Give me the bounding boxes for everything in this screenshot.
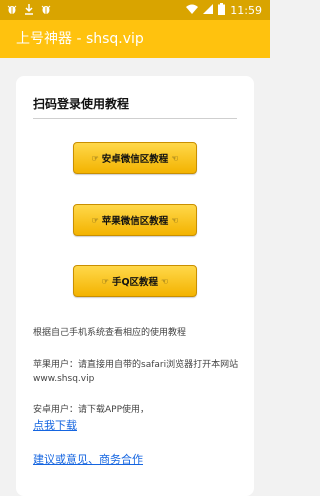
pointing-left-icon: ☜ [161,276,169,286]
pointing-left-icon: ☜ [171,153,179,163]
bug-icon [6,3,18,19]
card-divider [33,118,237,119]
apple-wechat-tutorial-button[interactable]: ☞ 苹果微信区教程 ☜ [73,204,197,236]
button-label: 手Q区教程 [111,277,159,288]
app-bar: 上号神器 - shsq.vip [0,20,270,58]
status-time: 11:59 [230,3,262,17]
pointing-right-icon: ☞ [91,153,99,163]
android-wechat-tutorial-button[interactable]: ☞ 安卓微信区教程 ☜ [73,142,197,174]
pointing-right-icon: ☞ [101,276,109,286]
qq-tutorial-button[interactable]: ☞ 手Q区教程 ☜ [73,265,197,297]
bug-icon [40,3,52,19]
signal-icon [203,3,214,18]
status-right-icons: 11:59 [186,3,262,18]
button-label: 苹果微信区教程 [101,216,169,227]
tutorial-card: 扫码登录使用教程 ☞ 安卓微信区教程 ☜ ☞ 苹果微信区教程 ☜ ☞ 手Q区教程… [16,76,254,496]
battery-icon [218,3,226,18]
intro-text: 根据自己手机系统查看相应的使用教程 [33,328,187,338]
status-left-icons [6,3,52,19]
apple-note: 苹果用户：请直接用自带的safari浏览器打开本网站www.shsq.vip [33,360,239,384]
pointing-right-icon: ☞ [91,215,99,225]
download-icon [24,3,34,19]
app-title: 上号神器 - shsq.vip [16,31,144,47]
card-title: 扫码登录使用教程 [33,97,130,111]
status-bar: 11:59 [0,0,270,20]
download-link[interactable]: 点我下载 [33,419,77,433]
wifi-icon [186,4,199,18]
feedback-link[interactable]: 建议或意见、商务合作 [33,453,143,467]
pointing-left-icon: ☜ [171,215,179,225]
android-note: 安卓用户：请下载APP使用， [33,405,150,415]
button-label: 安卓微信区教程 [101,154,169,165]
